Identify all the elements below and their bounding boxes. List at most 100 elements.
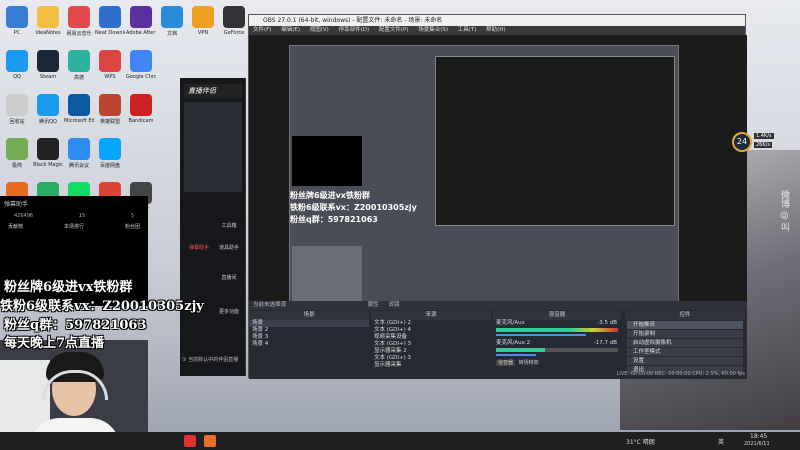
source-item[interactable]: 文本 (GDI+) 3 bbox=[371, 341, 491, 348]
helper-button-props[interactable]: 道具助手 bbox=[216, 244, 242, 251]
helper-logo-text: 直播伴侣 bbox=[188, 87, 216, 95]
helper-preview bbox=[184, 102, 242, 192]
taskbar-app-icon[interactable] bbox=[204, 435, 216, 447]
clock-time[interactable]: 18:45 bbox=[750, 433, 767, 440]
menu-file[interactable]: 文件(F) bbox=[253, 27, 271, 33]
menu-edit[interactable]: 编辑(E) bbox=[281, 27, 300, 33]
net-badge: 24 bbox=[732, 132, 752, 152]
source-item[interactable]: 文本 (GDI+) 4 bbox=[371, 327, 491, 334]
desktop-icon[interactable] bbox=[37, 6, 59, 28]
desktop-icon[interactable] bbox=[99, 50, 121, 72]
menu-help[interactable]: 帮助(H) bbox=[486, 27, 505, 33]
source-item[interactable]: 显示器采集 bbox=[371, 362, 491, 369]
desktop-icon[interactable] bbox=[68, 94, 90, 116]
desktop-icon-label: GeForce bbox=[223, 30, 245, 36]
source-item[interactable]: 文本 (GDI+) 3 bbox=[371, 355, 491, 362]
menu-view[interactable]: 视图(V) bbox=[310, 27, 329, 33]
desktop-icon-label: 网易云音乐 bbox=[66, 31, 92, 37]
controls-header: 控件 bbox=[625, 311, 745, 320]
mixer-channel-db: -17.7 dB bbox=[593, 340, 617, 346]
menu-tools[interactable]: 工具(T) bbox=[458, 27, 477, 33]
desktop-icon[interactable] bbox=[99, 6, 121, 28]
desktop-icon-label: Bandicam bbox=[128, 118, 154, 124]
source-item[interactable]: 显示器采集 2 bbox=[371, 348, 491, 355]
desktop-icon[interactable] bbox=[68, 6, 90, 28]
helper-logo: 直播伴侣 bbox=[184, 84, 242, 98]
filters-button[interactable]: 滤镜 bbox=[389, 302, 400, 308]
scene-item[interactable]: 场景 4 bbox=[249, 341, 369, 348]
desktop-icon-label: Black Magic bbox=[33, 162, 63, 168]
menu-docks[interactable]: 停靠部件(D) bbox=[339, 27, 370, 33]
desktop-icon-label: PC bbox=[13, 30, 21, 36]
helper-button-more[interactable]: 更多功能 bbox=[216, 308, 242, 315]
helper-button-room[interactable]: 直播间 bbox=[216, 274, 242, 281]
desktop-icon-label: Google Chrome bbox=[126, 74, 156, 80]
desktop-icon[interactable] bbox=[68, 138, 90, 160]
transition-tab[interactable]: 转场特效 bbox=[517, 360, 541, 366]
desktop-icon-label: Microsoft Edge bbox=[64, 118, 94, 124]
desktop-icon[interactable] bbox=[6, 94, 28, 116]
mixer-channel-label: 麦克风/Aux 2 bbox=[496, 340, 531, 346]
desktop-icon[interactable] bbox=[6, 6, 28, 28]
desktop-icon[interactable] bbox=[161, 6, 183, 28]
source-item[interactable]: 视频采集设备 bbox=[371, 334, 491, 341]
weather-text[interactable]: 31°C 晴朗 bbox=[626, 437, 655, 446]
helper-button-danmu[interactable]: 弹幕助手 bbox=[186, 244, 212, 251]
mixer-tab[interactable]: 混音器 bbox=[496, 360, 516, 366]
desktop-icon[interactable] bbox=[6, 138, 28, 160]
scene-item[interactable]: 场景 bbox=[249, 320, 369, 327]
obs-status-bar: LIVE: 00:00:00 REC: 00:00:00 CPU: 2.5%, … bbox=[616, 371, 745, 377]
desktop-icon[interactable] bbox=[130, 94, 152, 116]
start-recording-button[interactable]: 开始录制 bbox=[627, 330, 743, 338]
settings-button[interactable]: 设置 bbox=[627, 357, 743, 365]
volume-meter[interactable] bbox=[496, 328, 618, 332]
sources-header: 来源 bbox=[371, 311, 491, 320]
volume-meter[interactable] bbox=[496, 348, 618, 352]
tab-contribution[interactable]: 贡献榜 bbox=[8, 223, 23, 230]
volume-slider[interactable] bbox=[496, 334, 586, 336]
desktop-icon[interactable] bbox=[37, 50, 59, 72]
desktop-icon-label: Steam bbox=[39, 74, 57, 80]
start-button[interactable] bbox=[184, 435, 196, 447]
tab-fan-club[interactable]: 粉丝团 bbox=[125, 223, 140, 230]
virtual-camera-button[interactable]: 启动虚拟摄像机 bbox=[627, 339, 743, 347]
desktop-icon[interactable] bbox=[37, 94, 59, 116]
ime-indicator[interactable]: 英 bbox=[718, 437, 724, 446]
desktop-icon[interactable] bbox=[130, 50, 152, 72]
desktop-icon[interactable] bbox=[130, 6, 152, 28]
tab-ranking[interactable]: 本场排行 bbox=[64, 223, 84, 230]
studio-mode-button[interactable]: 工作室模式 bbox=[627, 348, 743, 356]
nested-overlay-line3: 粉丝q群：597821063 bbox=[290, 215, 378, 224]
desktop-icon-label: 高德 bbox=[73, 75, 84, 81]
net-speed-widget[interactable]: 24 1.4K/s 26K/s bbox=[732, 132, 782, 152]
desktop-icon[interactable] bbox=[6, 50, 28, 72]
desktop-icon[interactable] bbox=[99, 138, 121, 160]
mixer-panel: 混音器 麦克风/Aux -3.5 dB 麦克风/Aux 2 -17.7 dB 混… bbox=[493, 311, 621, 371]
menu-scene-collection[interactable]: 场景集合(S) bbox=[418, 27, 448, 33]
nested-chat bbox=[292, 136, 362, 186]
desktop-icon-label: WPS bbox=[104, 74, 116, 80]
stat-popularity: 426496 bbox=[14, 213, 34, 219]
desktop-icon[interactable] bbox=[192, 6, 214, 28]
desktop-icon-label: Adobe After Effects bbox=[126, 30, 156, 36]
nested-cam bbox=[292, 246, 362, 301]
start-streaming-button[interactable]: 开始推流 bbox=[627, 321, 743, 329]
chat-title: 弹幕助手 bbox=[4, 201, 29, 208]
desktop-icon[interactable] bbox=[68, 50, 90, 72]
overlay-line-1: 粉丝牌6级进vx铁粉群 bbox=[4, 280, 133, 295]
scene-item[interactable]: 场景 3 bbox=[249, 334, 369, 341]
scene-item[interactable]: 场景 2 bbox=[249, 327, 369, 334]
taskbar: 31°C 晴朗 英 18:45 2021/6/11 bbox=[0, 432, 800, 450]
obs-preview[interactable]: 粉丝牌6级进vx铁粉群 铁粉6级联系vx：Z20010305zjy 粉丝q群：5… bbox=[249, 35, 747, 305]
desktop-icon-label: QQ bbox=[13, 74, 21, 80]
source-item[interactable]: 文本 (GDI+) 2 bbox=[371, 320, 491, 327]
properties-button[interactable]: 属性 bbox=[368, 302, 379, 308]
menu-profile[interactable]: 配置文件(P) bbox=[379, 27, 409, 33]
desktop-icon[interactable] bbox=[99, 94, 121, 116]
desktop-icon[interactable] bbox=[223, 6, 245, 28]
clock-date[interactable]: 2021/6/11 bbox=[744, 441, 770, 447]
mixer-channel-name: 麦克风/Aux 2 -17.7 dB bbox=[493, 340, 621, 347]
desktop-icon[interactable] bbox=[37, 138, 59, 160]
volume-slider[interactable] bbox=[496, 354, 536, 356]
helper-button-toolbox[interactable]: 工具箱 bbox=[216, 222, 242, 229]
